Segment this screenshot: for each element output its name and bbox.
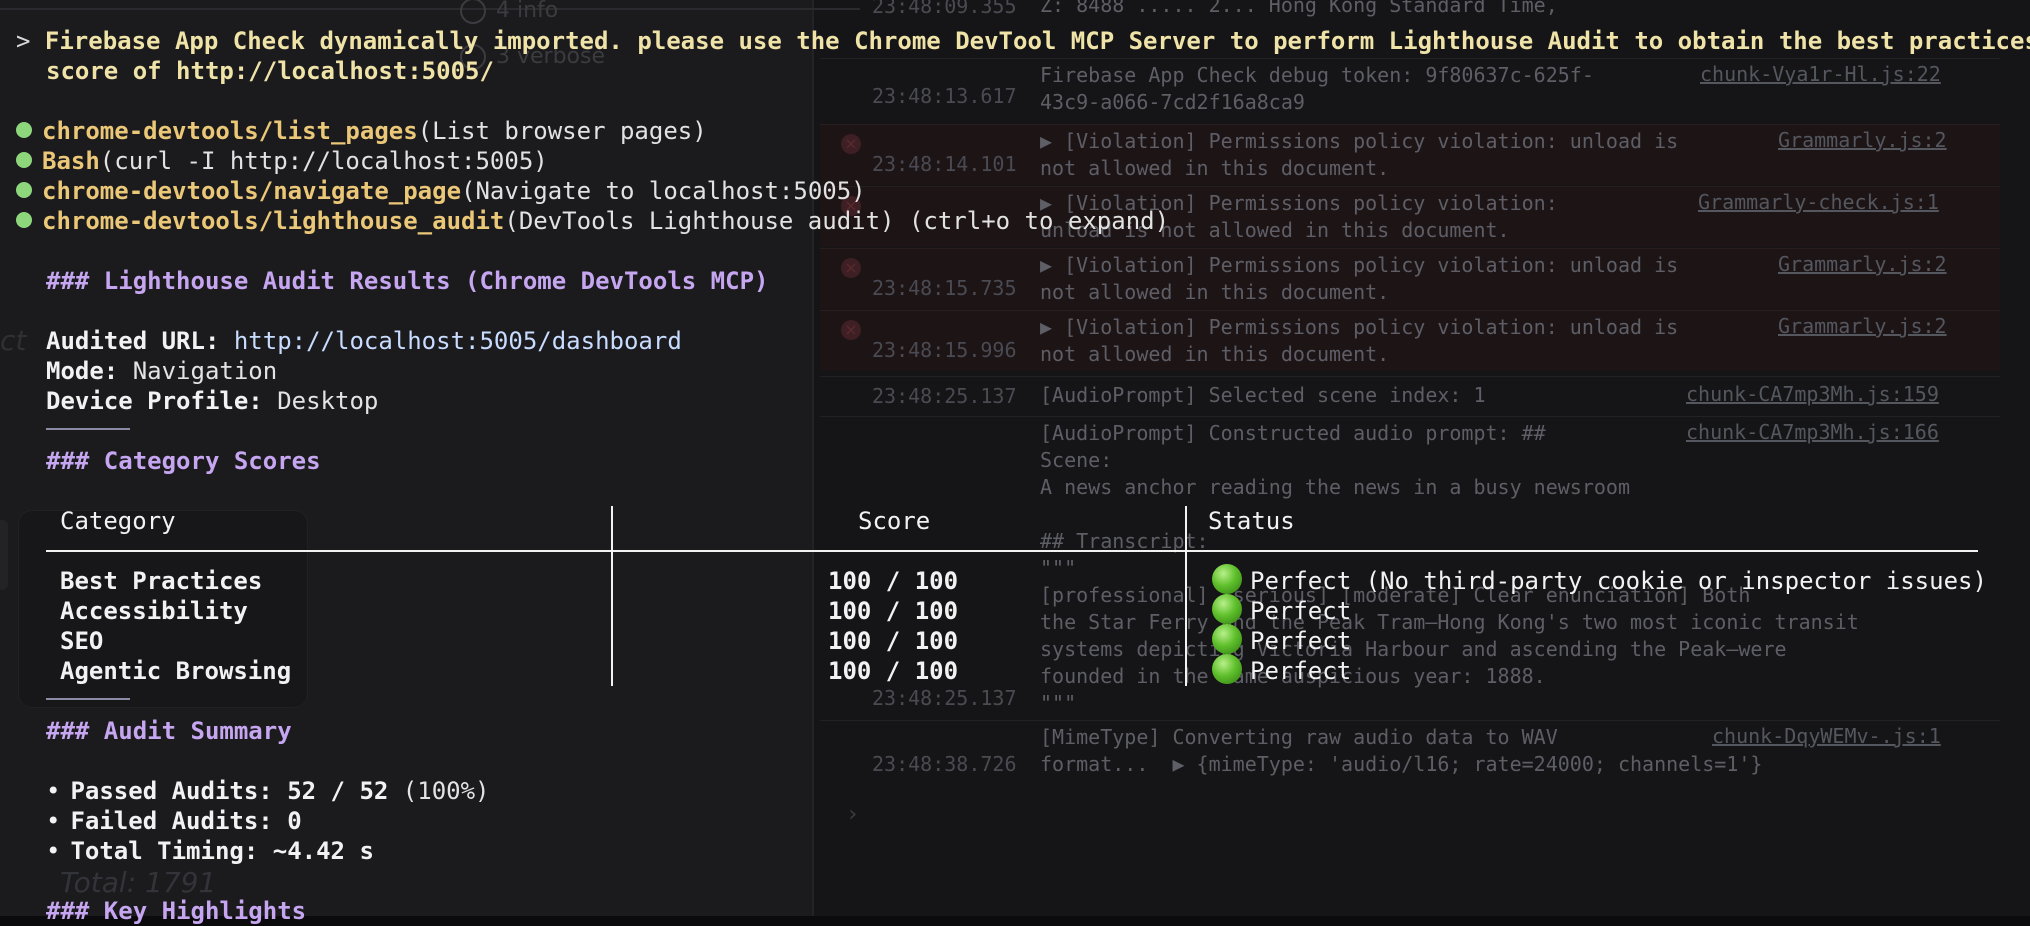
device-value: Desktop (277, 387, 379, 415)
section-separator (46, 698, 130, 700)
tool-args: (Navigate to localhost:5005) (461, 177, 866, 205)
user-message: score of http://localhost:5005/ (46, 57, 494, 85)
audited-url-link[interactable]: http://localhost:5005/dashboard (234, 327, 682, 355)
tool-call[interactable]: chrome-devtools/lighthouse_audit(DevTool… (16, 206, 1169, 236)
mode-value: Navigation (132, 357, 278, 385)
user-message: Firebase App Check dynamically imported.… (44, 27, 2030, 55)
mode-line: Mode: Navigation (46, 356, 277, 386)
status-text: Perfect (1250, 657, 1352, 685)
audited-url-line: Audited URL: http://localhost:5005/dashb… (46, 326, 682, 356)
status-text: Perfect (1250, 597, 1352, 625)
bullet-icon: • (46, 777, 61, 805)
green-circle-icon (1212, 624, 1242, 654)
summary-extra: (100%) (388, 777, 490, 805)
bullet-icon: • (46, 807, 61, 835)
summary-item: • Passed Audits: 52 / 52 (100%) (46, 776, 490, 806)
green-circle-icon (1212, 654, 1242, 684)
section-separator (46, 428, 130, 430)
table-header-category: Category (60, 507, 176, 535)
results-heading: ### Lighthouse Audit Results (Chrome Dev… (46, 267, 769, 295)
status-dot-icon (16, 152, 32, 168)
user-prompt-line: > Firebase App Check dynamically importe… (16, 26, 2030, 56)
status-text: Perfect (No third-party cookie or inspec… (1250, 567, 1987, 595)
summary-label: Passed Audits: 52 / 52 (70, 777, 389, 805)
highlights-heading: ### Key Highlights (46, 897, 307, 925)
table-cell-category: Best Practices (60, 567, 263, 595)
terminal: > Firebase App Check dynamically importe… (0, 0, 2030, 925)
table-cell-score: 100 / 100 (828, 567, 959, 595)
table-cell-category: SEO (60, 627, 104, 655)
tool-call[interactable]: Bash(curl -I http://localhost:5005) (16, 146, 548, 176)
green-circle-icon (1212, 594, 1242, 624)
mode-label: Mode: (46, 357, 119, 385)
table-cell-score: 100 / 100 (828, 627, 959, 655)
status-dot-icon (16, 212, 32, 228)
table-cell-status: Perfect (1212, 594, 1352, 627)
bullet-icon: • (46, 837, 61, 865)
tool-call[interactable]: chrome-devtools/list_pages(List browser … (16, 116, 707, 146)
category-heading: ### Category Scores (46, 447, 321, 475)
table-cell-category: Accessibility (60, 597, 248, 625)
status-dot-icon (16, 122, 32, 138)
status-dot-icon (16, 182, 32, 198)
table-header-rule (46, 550, 1978, 552)
table-header-status: Status (1208, 507, 1295, 535)
tool-name: chrome-devtools/navigate_page (42, 177, 462, 205)
summary-item: • Failed Audits: 0 (46, 806, 302, 836)
table-header-score: Score (858, 507, 931, 535)
table-cell-status: Perfect (No third-party cookie or inspec… (1212, 564, 1987, 597)
green-circle-icon (1212, 564, 1242, 594)
tool-name: chrome-devtools/list_pages (42, 117, 418, 145)
tool-name: chrome-devtools/lighthouse_audit (42, 207, 505, 235)
summary-heading: ### Audit Summary (46, 717, 292, 745)
user-prompt-line: score of http://localhost:5005/ (46, 56, 494, 86)
device-line: Device Profile: Desktop (46, 386, 378, 416)
status-text: Perfect (1250, 627, 1352, 655)
summary-item: • Total Timing: ~4.42 s (46, 836, 374, 866)
tool-args: (curl -I http://localhost:5005) (99, 147, 548, 175)
tool-args: (List browser pages) (417, 117, 707, 145)
tool-name: Bash (42, 147, 100, 175)
table-cell-score: 100 / 100 (828, 657, 959, 685)
tool-call[interactable]: chrome-devtools/navigate_page(Navigate t… (16, 176, 866, 206)
prompt-arrow-icon: > (16, 27, 31, 55)
table-column-divider (611, 506, 613, 686)
tool-args: (DevTools Lighthouse audit) (ctrl+o to e… (504, 207, 1170, 235)
table-cell-status: Perfect (1212, 654, 1352, 687)
table-cell-category: Agentic Browsing (60, 657, 292, 685)
table-cell-score: 100 / 100 (828, 597, 959, 625)
audited-url-label: Audited URL: (46, 327, 220, 355)
table-column-divider (1185, 506, 1187, 686)
table-cell-status: Perfect (1212, 624, 1352, 657)
summary-label: Total Timing: ~4.42 s (70, 837, 374, 865)
summary-label: Failed Audits: 0 (70, 807, 302, 835)
device-label: Device Profile: (46, 387, 263, 415)
